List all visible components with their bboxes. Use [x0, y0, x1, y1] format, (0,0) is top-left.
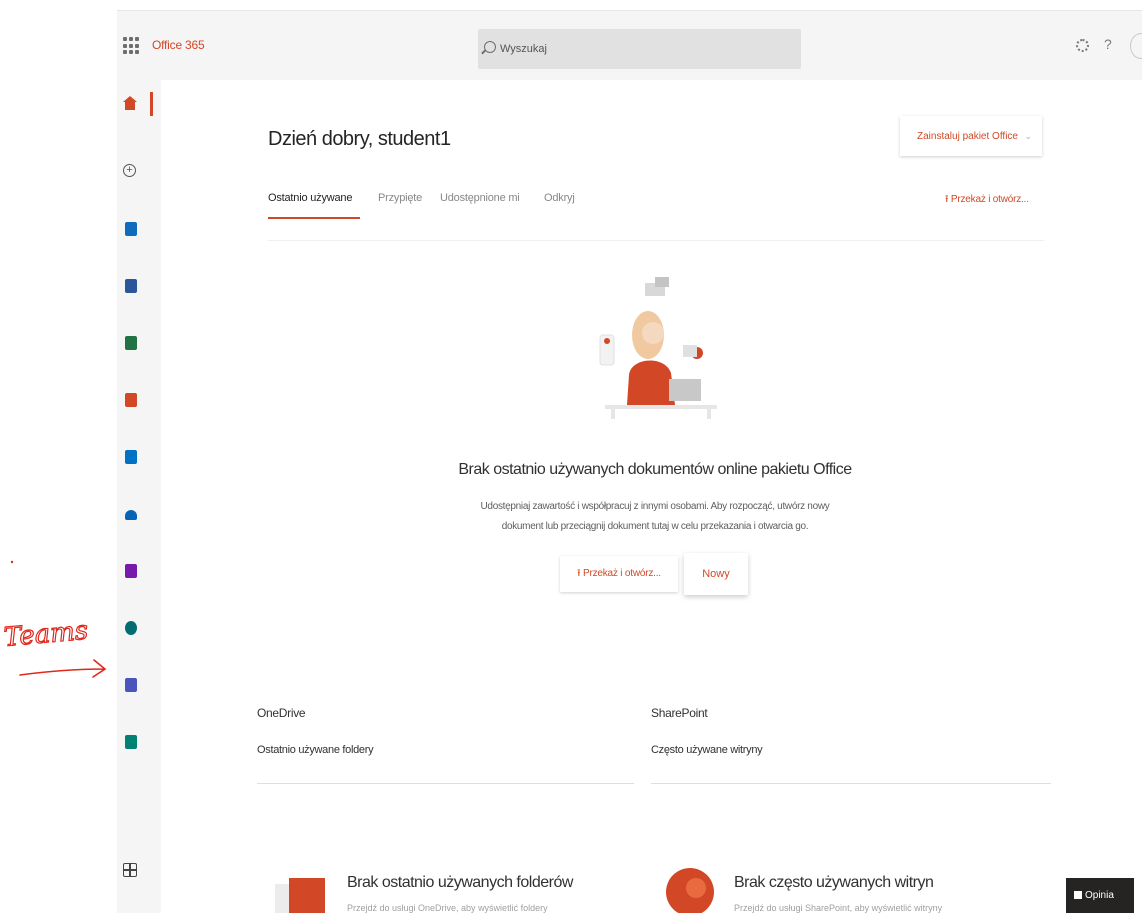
empty-state-title: Brak ostatnio używanych dokumentów onlin… — [458, 461, 852, 478]
page-title: Dzień dobry, student1 — [268, 128, 451, 150]
empty-state-illustration — [599, 277, 717, 419]
annotation-dot — [10, 560, 14, 564]
handwritten-annotation: Teams — [2, 560, 107, 678]
search-icon — [484, 41, 496, 53]
active-tab-underline — [268, 217, 360, 219]
app-icon-excel[interactable] — [125, 336, 137, 350]
gear-icon[interactable] — [1076, 39, 1089, 52]
feedback-icon — [1074, 891, 1082, 899]
app-icon-onedrive[interactable] — [125, 510, 137, 520]
onedrive-empty-title: Brak ostatnio używanych folderów — [347, 874, 573, 891]
sharepoint-empty-description: Przejdź do usługi SharePoint, aby wyświe… — [734, 903, 943, 913]
home-icon[interactable] — [123, 96, 137, 110]
active-indicator — [150, 92, 153, 116]
new-document-button[interactable]: Nowy — [684, 553, 748, 595]
chevron-down-icon: ⌄ — [1024, 131, 1032, 141]
tab-recent[interactable]: Ostatnio używane — [268, 192, 352, 204]
all-apps-icon[interactable] — [123, 863, 137, 877]
feedback-label: Opinia — [1085, 890, 1114, 901]
upload-arrow-icon: ⭱ — [577, 567, 581, 579]
app-launcher-icon[interactable] — [123, 37, 141, 55]
upload-arrow-icon: ⭱ — [945, 194, 949, 205]
brand-link[interactable]: Office 365 — [152, 38, 205, 52]
divider — [257, 783, 634, 784]
search-box[interactable] — [478, 29, 801, 69]
app-icon-outlook[interactable] — [125, 450, 137, 464]
app-icon-sharepoint[interactable] — [125, 621, 137, 635]
install-office-label: Zainstaluj pakiet Office — [917, 130, 1018, 142]
help-icon[interactable]: ? — [1104, 36, 1112, 52]
app-icon-word[interactable] — [125, 279, 137, 293]
upload-open-label: Przekaż i otwórz... — [950, 194, 1029, 205]
upload-open-button-label: Przekaż i otwórz... — [583, 567, 661, 579]
app-icon-outlook[interactable] — [125, 222, 137, 236]
app-icon-onenote[interactable] — [125, 564, 137, 578]
create-icon[interactable]: + — [123, 164, 136, 177]
onedrive-section-title[interactable]: OneDrive — [257, 706, 306, 720]
install-office-button[interactable]: Zainstaluj pakiet Office ⌄ — [900, 116, 1042, 156]
annotation-arrow — [19, 659, 107, 678]
sharepoint-empty-title: Brak często używanych witryn — [734, 874, 934, 891]
top-bar: Office 365 ? — [117, 10, 1142, 80]
app-icon-teams[interactable] — [125, 678, 137, 692]
folder-icon — [275, 878, 325, 913]
app-rail: + — [117, 80, 161, 913]
sharepoint-section-subtitle: Często używane witryny — [651, 744, 763, 756]
avatar[interactable] — [1130, 33, 1142, 59]
feedback-button[interactable]: Opinia — [1066, 878, 1134, 913]
upload-open-link[interactable]: ⭱ Przekaż i otwórz... — [945, 192, 1029, 209]
divider — [651, 783, 1051, 784]
onedrive-section-subtitle: Ostatnio używane foldery — [257, 744, 374, 756]
site-icon — [666, 868, 714, 913]
tab-discover[interactable]: Odkryj — [544, 192, 575, 204]
upload-open-button[interactable]: ⭱ Przekaż i otwórz... — [560, 556, 678, 592]
app-icon-powerpoint[interactable] — [125, 393, 137, 407]
tab-pinned[interactable]: Przypięte — [378, 192, 422, 204]
tab-shared[interactable]: Udostępnione mi — [440, 192, 520, 204]
empty-state-description: Udostępniaj zawartość i współpracuj z in… — [480, 501, 830, 532]
divider — [268, 240, 1044, 241]
annotation-text: Teams — [3, 616, 90, 653]
onedrive-empty-description: Przejdź do usługi OneDrive, aby wyświetl… — [347, 903, 548, 913]
app-icon-sway[interactable] — [125, 735, 137, 749]
sharepoint-section-title[interactable]: SharePoint — [651, 706, 708, 720]
search-input[interactable] — [500, 40, 790, 58]
